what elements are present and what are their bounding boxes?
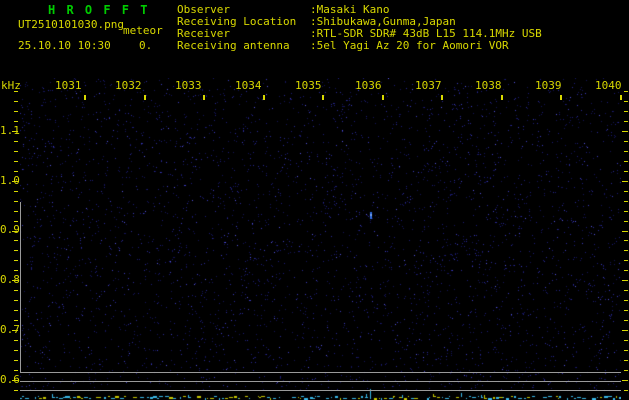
freq-tick-right — [624, 211, 628, 212]
freq-tick-right — [624, 270, 628, 271]
freq-tick-right — [624, 320, 628, 321]
time-tick — [560, 95, 562, 100]
time-tick-label: 1036 — [355, 79, 382, 92]
freq-tick-left — [14, 390, 18, 391]
signal-strip-line-bottom — [20, 390, 621, 391]
freq-tick-right — [622, 380, 628, 381]
echo-count-label: 0. — [139, 39, 153, 52]
freq-tick-right — [624, 161, 628, 162]
freq-tick-left — [14, 260, 18, 261]
freq-tick-right — [624, 191, 628, 192]
freq-tick-right — [624, 310, 628, 311]
freq-tick-right — [622, 181, 628, 182]
freq-tick-right — [624, 360, 628, 361]
time-tick-label: 1037 — [415, 79, 442, 92]
info-row-label: Receiving antenna — [177, 39, 290, 52]
freq-tick-left — [14, 91, 18, 92]
freq-tick-left — [14, 121, 18, 122]
freq-tick-right — [624, 300, 628, 301]
time-tick-label: 1034 — [235, 79, 262, 92]
time-tick-label: 1035 — [295, 79, 322, 92]
datetime-label: 25.10.10 10:30 — [18, 39, 111, 52]
freq-tick-right — [624, 350, 628, 351]
info-row-value: :5el Yagi Az 20 for Aomori VOR — [310, 39, 509, 52]
time-tick — [144, 95, 146, 100]
freq-tick-left — [14, 350, 18, 351]
freq-tick-right — [624, 221, 628, 222]
signal-strip-line-top — [20, 372, 621, 373]
freq-tick-left — [14, 290, 18, 291]
app-title: H R O F F T — [48, 3, 150, 17]
spectrogram-canvas — [20, 78, 621, 400]
freq-tick-left — [14, 300, 18, 301]
time-tick — [501, 95, 503, 100]
freq-tick-right — [624, 111, 628, 112]
freq-tick-right — [624, 121, 628, 122]
freq-tick-left — [14, 151, 18, 152]
time-tick — [382, 95, 384, 100]
freq-tick-left — [14, 141, 18, 142]
freq-tick-right — [624, 151, 628, 152]
freq-tick-label: 0.7 — [0, 323, 20, 336]
time-tick-label: 1040 — [595, 79, 622, 92]
freq-tick-right — [624, 260, 628, 261]
freq-tick-left — [14, 370, 18, 371]
freq-tick-left — [14, 221, 18, 222]
freq-tick-right — [624, 101, 628, 102]
freq-tick-right — [624, 201, 628, 202]
freq-tick-right — [624, 370, 628, 371]
time-tick — [620, 95, 622, 100]
freq-tick-left — [14, 211, 18, 212]
freq-tick-left — [14, 191, 18, 192]
time-tick-label: 1031 — [55, 79, 82, 92]
freq-tick-right — [624, 171, 628, 172]
freq-tick-label: 1.0 — [0, 174, 20, 187]
info-row-receiving-antenna: Receiving antenna :5el Yagi Az 20 for Aom… — [177, 40, 509, 52]
freq-tick-right — [624, 91, 628, 92]
freq-tick-left — [14, 111, 18, 112]
freq-tick-label: 0.6 — [0, 373, 20, 386]
freq-tick-left — [14, 201, 18, 202]
freq-tick-right — [622, 131, 628, 132]
time-tick-label: 1032 — [115, 79, 142, 92]
freq-tick-label: 1.1 — [0, 124, 20, 137]
time-tick — [263, 95, 265, 100]
freq-tick-right — [624, 290, 628, 291]
time-tick — [322, 95, 324, 100]
time-tick — [441, 95, 443, 100]
plot-left-border-line — [20, 202, 21, 372]
freq-tick-right — [622, 231, 628, 232]
time-tick-label: 1033 — [175, 79, 202, 92]
signal-strip-line-mid — [20, 381, 621, 382]
output-filename-label: UT2510101030.png — [18, 18, 124, 31]
freq-tick-left — [14, 101, 18, 102]
freq-tick-left — [14, 320, 18, 321]
freq-tick-left — [14, 360, 18, 361]
freq-tick-left — [14, 310, 18, 311]
freq-tick-right — [624, 250, 628, 251]
freq-tick-left — [14, 171, 18, 172]
freq-tick-label: 0.8 — [0, 273, 20, 286]
freq-tick-left — [14, 270, 18, 271]
freq-tick-right — [624, 340, 628, 341]
freq-tick-left — [14, 240, 18, 241]
hrofft-screen: H R O F F T UT2510101030.png meteor 25.1… — [0, 0, 629, 400]
time-tick-label: 1039 — [535, 79, 562, 92]
freq-tick-right — [624, 141, 628, 142]
freq-tick-right — [624, 390, 628, 391]
freq-tick-right — [624, 240, 628, 241]
station-name-label: meteor — [123, 24, 163, 37]
time-tick-label: 1038 — [475, 79, 502, 92]
freq-tick-left — [14, 161, 18, 162]
freq-tick-left — [14, 340, 18, 341]
freq-tick-left — [14, 250, 18, 251]
freq-tick-right — [622, 280, 628, 281]
freq-tick-label: 0.9 — [0, 223, 20, 236]
time-tick — [203, 95, 205, 100]
time-tick — [84, 95, 86, 100]
freq-tick-right — [622, 330, 628, 331]
